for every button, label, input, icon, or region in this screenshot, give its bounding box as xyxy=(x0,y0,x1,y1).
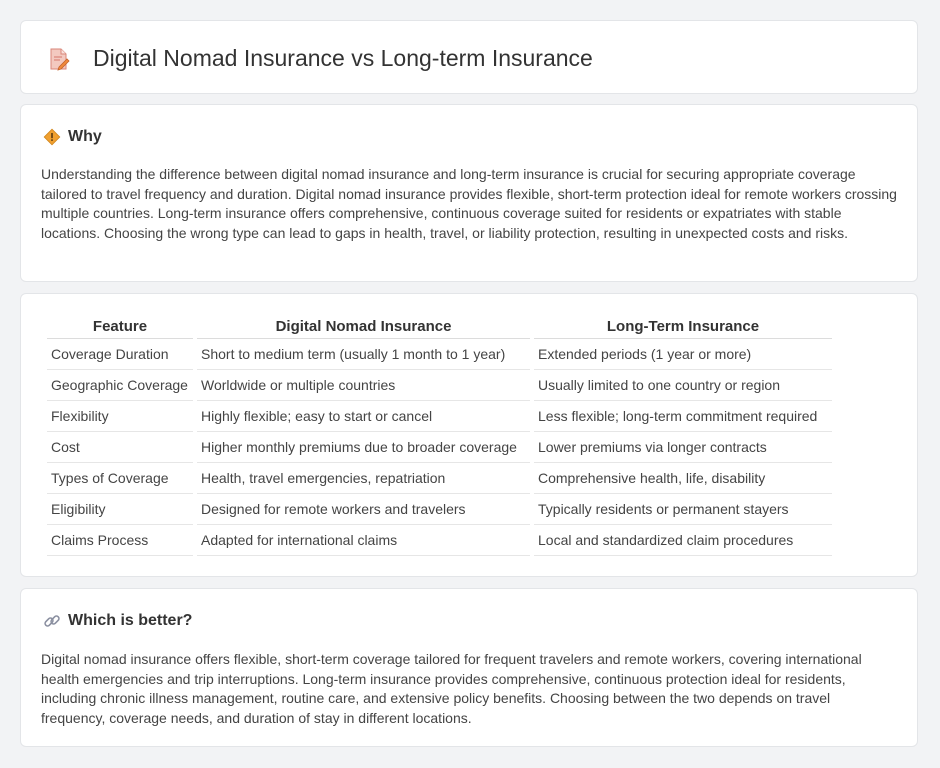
why-section: Why Understanding the difference between… xyxy=(20,104,918,282)
table-row: Coverage Duration Short to medium term (… xyxy=(47,339,832,370)
feature-cell: Cost xyxy=(47,432,193,463)
feature-cell: Geographic Coverage xyxy=(47,370,193,401)
better-text: Digital nomad insurance offers flexible,… xyxy=(41,651,862,726)
feature-cell: Coverage Duration xyxy=(47,339,193,370)
table-row: Eligibility Designed for remote workers … xyxy=(47,494,832,525)
long-term-cell: Lower premiums via longer contracts xyxy=(534,432,832,463)
digital-nomad-cell: Adapted for international claims xyxy=(197,525,530,556)
table-row: Flexibility Highly flexible; easy to sta… xyxy=(47,401,832,432)
digital-nomad-cell: Higher monthly premiums due to broader c… xyxy=(197,432,530,463)
title-row: Digital Nomad Insurance vs Long-term Ins… xyxy=(47,45,593,72)
document-pen-icon xyxy=(47,47,71,71)
why-text: Understanding the difference between dig… xyxy=(41,166,897,241)
long-term-cell: Typically residents or permanent stayers xyxy=(534,494,832,525)
diamond-warning-icon xyxy=(43,128,61,146)
better-heading: Which is better? xyxy=(68,612,193,629)
table-header-row: Feature Digital Nomad Insurance Long-Ter… xyxy=(47,314,832,339)
long-term-cell: Usually limited to one country or region xyxy=(534,370,832,401)
why-heading: Why xyxy=(68,128,102,145)
long-term-cell: Comprehensive health, life, disability xyxy=(534,463,832,494)
digital-nomad-cell: Health, travel emergencies, repatriation xyxy=(197,463,530,494)
header-feature: Feature xyxy=(47,314,193,339)
digital-nomad-cell: Highly flexible; easy to start or cancel xyxy=(197,401,530,432)
comparison-section: Feature Digital Nomad Insurance Long-Ter… xyxy=(20,293,918,577)
feature-cell: Types of Coverage xyxy=(47,463,193,494)
which-better-section: Which is better? Digital nomad insurance… xyxy=(20,588,918,747)
table-row: Geographic Coverage Worldwide or multipl… xyxy=(47,370,832,401)
long-term-cell: Extended periods (1 year or more) xyxy=(534,339,832,370)
table-row: Types of Coverage Health, travel emergen… xyxy=(47,463,832,494)
feature-cell: Eligibility xyxy=(47,494,193,525)
digital-nomad-cell: Short to medium term (usually 1 month to… xyxy=(197,339,530,370)
digital-nomad-cell: Designed for remote workers and traveler… xyxy=(197,494,530,525)
header-long-term: Long-Term Insurance xyxy=(534,314,832,339)
digital-nomad-cell: Worldwide or multiple countries xyxy=(197,370,530,401)
table-row: Claims Process Adapted for international… xyxy=(47,525,832,556)
table-row: Cost Higher monthly premiums due to broa… xyxy=(47,432,832,463)
long-term-cell: Less flexible; long-term commitment requ… xyxy=(534,401,832,432)
comparison-table: Feature Digital Nomad Insurance Long-Ter… xyxy=(43,314,836,556)
page-title: Digital Nomad Insurance vs Long-term Ins… xyxy=(93,45,593,71)
feature-cell: Claims Process xyxy=(47,525,193,556)
long-term-cell: Local and standardized claim procedures xyxy=(534,525,832,556)
why-heading-row: Why xyxy=(43,128,102,146)
header-card: Digital Nomad Insurance vs Long-term Ins… xyxy=(20,20,918,94)
better-heading-row: Which is better? xyxy=(43,612,192,630)
feature-cell: Flexibility xyxy=(47,401,193,432)
link-icon xyxy=(43,612,61,630)
header-digital-nomad: Digital Nomad Insurance xyxy=(197,314,530,339)
